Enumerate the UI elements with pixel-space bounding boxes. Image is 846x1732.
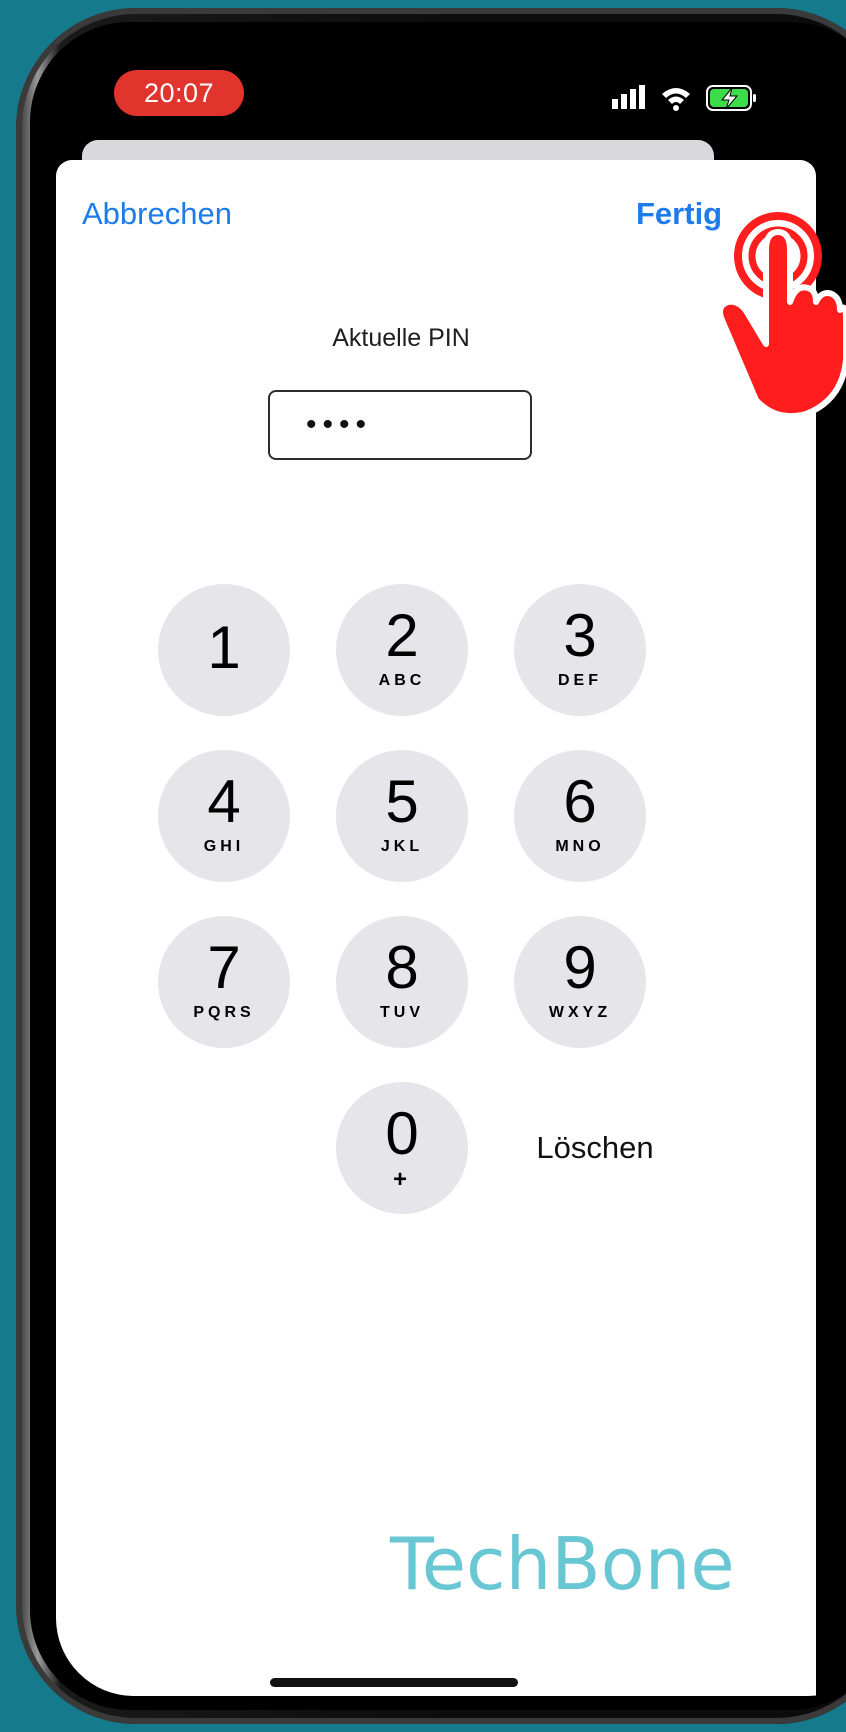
- pin-input[interactable]: ••••: [268, 390, 532, 460]
- key-digit: 9: [563, 934, 597, 1001]
- key-digit: 2: [385, 602, 419, 669]
- key-letters: WXYZ: [548, 1004, 612, 1021]
- key-letters: JKL: [380, 838, 424, 855]
- key-9[interactable]: 9 WXYZ: [514, 916, 646, 1048]
- pin-field-label: Aktuelle PIN: [332, 324, 470, 352]
- key-letters: GHI: [203, 838, 245, 855]
- key-letters: +: [392, 1166, 411, 1193]
- key-digit: 5: [385, 768, 419, 835]
- wifi-icon: [662, 88, 690, 111]
- numeric-keypad: 1 2 ABC 3 DEF 4 GHI 5 JKL 6 MNO 7 PQRS 8…: [158, 584, 654, 1214]
- key-letters: DEF: [558, 672, 602, 689]
- key-1[interactable]: 1: [158, 584, 290, 716]
- key-6[interactable]: 6 MNO: [514, 750, 646, 882]
- key-letters: MNO: [555, 838, 605, 855]
- screenshot-stage: 20:07 Abbrechen Fertig Aktuelle PIN ••••…: [0, 0, 846, 1732]
- battery-charging-icon: [706, 85, 756, 111]
- key-7[interactable]: 7 PQRS: [158, 916, 290, 1048]
- key-3[interactable]: 3 DEF: [514, 584, 646, 716]
- key-letters: TUV: [380, 1004, 424, 1021]
- key-digit: 7: [207, 934, 241, 1001]
- status-icons: [612, 84, 758, 112]
- key-digit: 0: [385, 1100, 419, 1167]
- key-8[interactable]: 8 TUV: [336, 916, 468, 1048]
- cellular-signal-icon: [612, 85, 645, 109]
- key-digit: 4: [207, 768, 241, 835]
- key-0[interactable]: 0 +: [336, 1082, 468, 1214]
- key-4[interactable]: 4 GHI: [158, 750, 290, 882]
- pin-modal-sheet: Abbrechen Fertig Aktuelle PIN •••• 1 2 A…: [56, 160, 816, 1696]
- status-time: 20:07: [114, 70, 244, 116]
- key-digit: 8: [385, 934, 419, 1001]
- tap-hand-icon: [717, 212, 846, 420]
- key-2[interactable]: 2 ABC: [336, 584, 468, 716]
- key-letters: PQRS: [193, 1004, 255, 1021]
- delete-button[interactable]: Löschen: [510, 1130, 680, 1166]
- key-digit: 6: [563, 768, 597, 835]
- cancel-button[interactable]: Abbrechen: [82, 196, 232, 232]
- home-indicator[interactable]: [270, 1678, 518, 1687]
- key-digit: 1: [207, 614, 241, 681]
- watermark-logo: TechBone: [390, 1522, 735, 1606]
- key-5[interactable]: 5 JKL: [336, 750, 468, 882]
- key-digit: 3: [563, 602, 597, 669]
- done-button[interactable]: Fertig: [636, 196, 722, 232]
- key-letters: ABC: [378, 672, 426, 689]
